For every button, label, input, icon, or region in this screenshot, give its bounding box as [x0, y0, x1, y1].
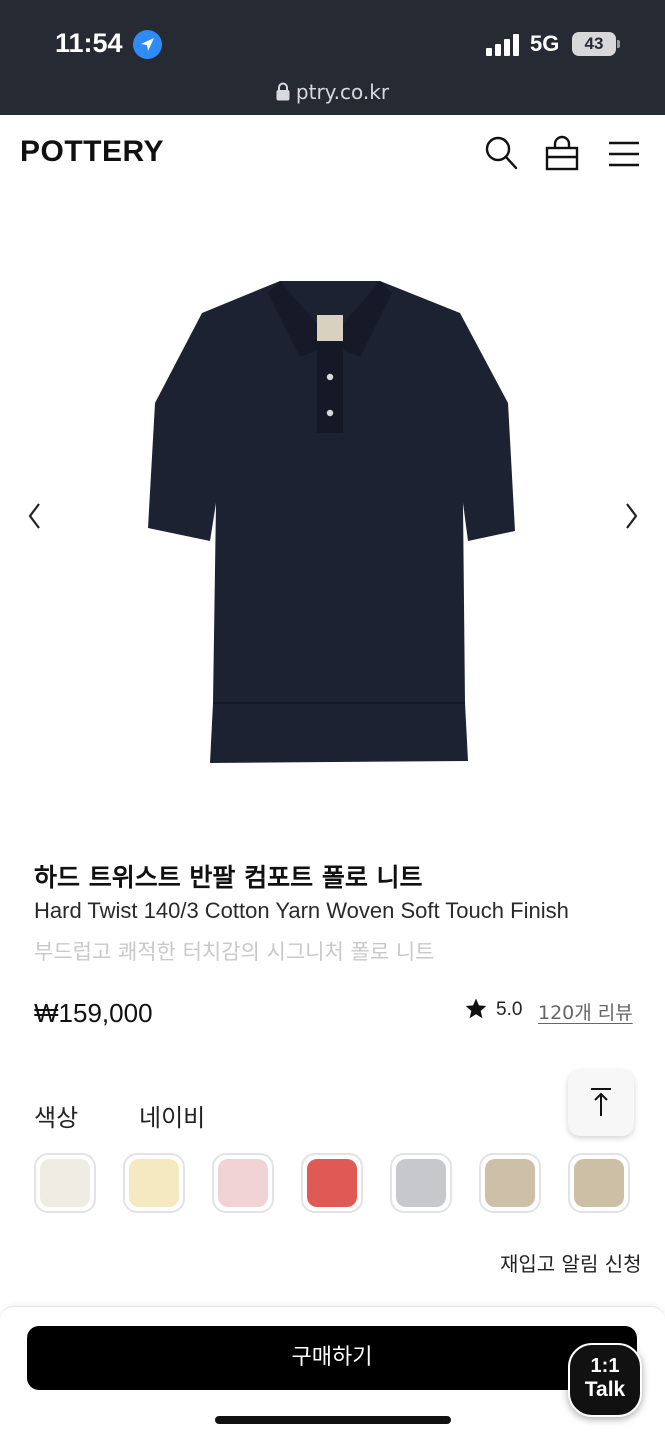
cellular-signal-icon	[486, 34, 520, 56]
scroll-to-top-button[interactable]	[568, 1070, 634, 1136]
product-image	[148, 281, 515, 763]
chevron-right-icon[interactable]	[618, 498, 642, 534]
color-swatch-fill	[307, 1159, 357, 1207]
reviews-link[interactable]: 120개 리뷰	[538, 998, 633, 1025]
color-swatch[interactable]	[568, 1153, 630, 1213]
product-name-korean: 하드 트위스트 반팔 컴포트 폴로 니트	[34, 863, 423, 892]
talk-line-2: Talk	[584, 1378, 626, 1401]
home-indicator	[215, 1416, 451, 1424]
shopping-bag-icon[interactable]	[545, 135, 579, 171]
color-label: 색상	[34, 1104, 79, 1132]
address-bar[interactable]: ptry.co.kr	[0, 80, 665, 104]
logo[interactable]: POTTERY	[20, 135, 164, 169]
product-name-english: Hard Twist 140/3 Cotton Yarn Woven Soft …	[34, 898, 569, 923]
color-swatch-fill	[396, 1159, 446, 1207]
color-swatch[interactable]	[123, 1153, 185, 1213]
battery-nub	[617, 40, 620, 48]
color-swatch-fill	[485, 1159, 535, 1207]
product-carousel[interactable]	[0, 193, 665, 833]
color-swatch-fill	[40, 1159, 90, 1207]
search-icon[interactable]	[484, 135, 518, 171]
color-swatch[interactable]	[212, 1153, 274, 1213]
product-price: ₩159,000	[34, 998, 153, 1028]
talk-line-1: 1:1	[590, 1355, 620, 1377]
site-header: POTTERY	[0, 115, 665, 193]
selected-color: 네이비	[139, 1104, 206, 1132]
restock-alert-link[interactable]: 재입고 알림 신청	[500, 1248, 642, 1277]
rating-score: 5.0	[496, 999, 523, 1020]
color-swatch[interactable]	[390, 1153, 452, 1213]
lock-icon	[276, 82, 290, 101]
status-time: 11:54	[55, 28, 123, 58]
one-on-one-talk-button[interactable]: 1:1 Talk	[568, 1343, 642, 1417]
menu-icon[interactable]	[607, 135, 641, 171]
battery-icon: 43	[572, 32, 616, 56]
color-swatches	[34, 1153, 634, 1213]
arrow-up-icon	[591, 1088, 611, 1116]
star-icon	[465, 998, 487, 1019]
color-swatch-fill	[218, 1159, 268, 1207]
color-swatch[interactable]	[479, 1153, 541, 1213]
buy-button[interactable]: 구매하기	[27, 1326, 637, 1390]
chevron-left-icon[interactable]	[24, 498, 48, 534]
product-tagline: 부드럽고 쾌적한 터치감의 시그니처 폴로 니트	[34, 940, 435, 964]
battery-level: 43	[584, 34, 604, 53]
status-bar: 11:54 5G 43 ptry.co.kr	[0, 0, 665, 115]
network-type: 5G	[530, 31, 560, 56]
color-swatch-fill	[129, 1159, 179, 1207]
location-arrow-icon	[133, 30, 162, 59]
url-text: ptry.co.kr	[295, 80, 390, 104]
color-swatch[interactable]	[301, 1153, 363, 1213]
color-swatch[interactable]	[34, 1153, 96, 1213]
color-swatch-fill	[574, 1159, 624, 1207]
